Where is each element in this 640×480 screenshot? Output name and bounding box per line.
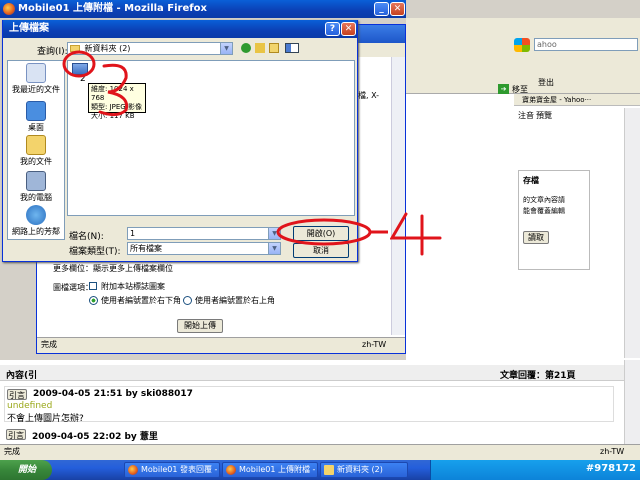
firefox-icon: [128, 465, 138, 475]
annotation-four-shape: [389, 212, 442, 256]
start-label: 開始: [18, 465, 37, 475]
taskbar: 開始 Mobile01 發表回覆 - ... Mobile01 上傳附檔 - .…: [0, 460, 640, 480]
annotation-circle-file: [62, 50, 96, 78]
taskbar-item-upload[interactable]: Mobile01 上傳附檔 - ...: [222, 462, 318, 478]
annotation-number-4: 4: [389, 212, 446, 256]
taskbar-item-reply-label: Mobile01 發表回覆 - ...: [141, 465, 220, 474]
taskbar-item-upload-label: Mobile01 上傳附檔 - ...: [239, 465, 318, 474]
taskbar-item-reply[interactable]: Mobile01 發表回覆 - ...: [124, 462, 220, 478]
taskbar-item-folder[interactable]: 新資料夾 (2): [320, 462, 408, 478]
taskbar-item-folder-label: 新資料夾 (2): [337, 465, 383, 474]
start-button[interactable]: 開始: [0, 460, 52, 480]
annotation-overlay: [62, 50, 388, 246]
annotation-arrow-3: [98, 63, 129, 117]
firefox-icon: [226, 465, 236, 475]
system-tray: #978172: [430, 460, 640, 480]
folder-icon: [324, 465, 334, 475]
watermark-text: #978172: [585, 463, 636, 474]
annotation-circle-open: [276, 218, 372, 246]
